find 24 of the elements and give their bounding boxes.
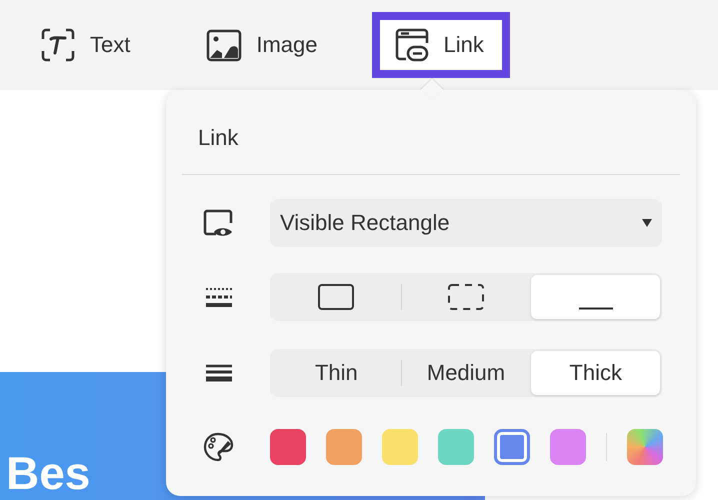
- color-swatch[interactable]: [494, 429, 530, 465]
- text-box-icon: [40, 27, 76, 63]
- custom-color-button[interactable]: [627, 429, 663, 465]
- toolbar-button[interactable]: Link: [372, 12, 510, 78]
- image-icon: [206, 27, 242, 63]
- dashed-rectangle-icon: [447, 283, 485, 311]
- color-swatch[interactable]: [438, 429, 474, 465]
- popover-title: Link: [198, 124, 238, 152]
- browser-link-icon: [394, 27, 430, 63]
- color-swatch[interactable]: [550, 429, 586, 465]
- caret-icon: [642, 219, 652, 227]
- thickness-option[interactable]: Medium: [402, 351, 530, 395]
- color-swatch[interactable]: [326, 429, 362, 465]
- thickness-option[interactable]: Thin: [272, 351, 401, 395]
- color-swatch[interactable]: [382, 429, 418, 465]
- toolbar-button[interactable]: Text: [18, 12, 148, 78]
- solid-rectangle-icon: [317, 283, 356, 311]
- color-swatch[interactable]: [270, 429, 306, 465]
- underline-icon: [576, 306, 615, 310]
- toolbar-button[interactable]: Image: [184, 12, 336, 78]
- palette-icon: [202, 431, 234, 463]
- thickness-option[interactable]: Thick: [531, 351, 660, 395]
- link-type-dropdown[interactable]: Visible Rectangle: [270, 199, 662, 247]
- banner-heading: Bes: [6, 450, 90, 496]
